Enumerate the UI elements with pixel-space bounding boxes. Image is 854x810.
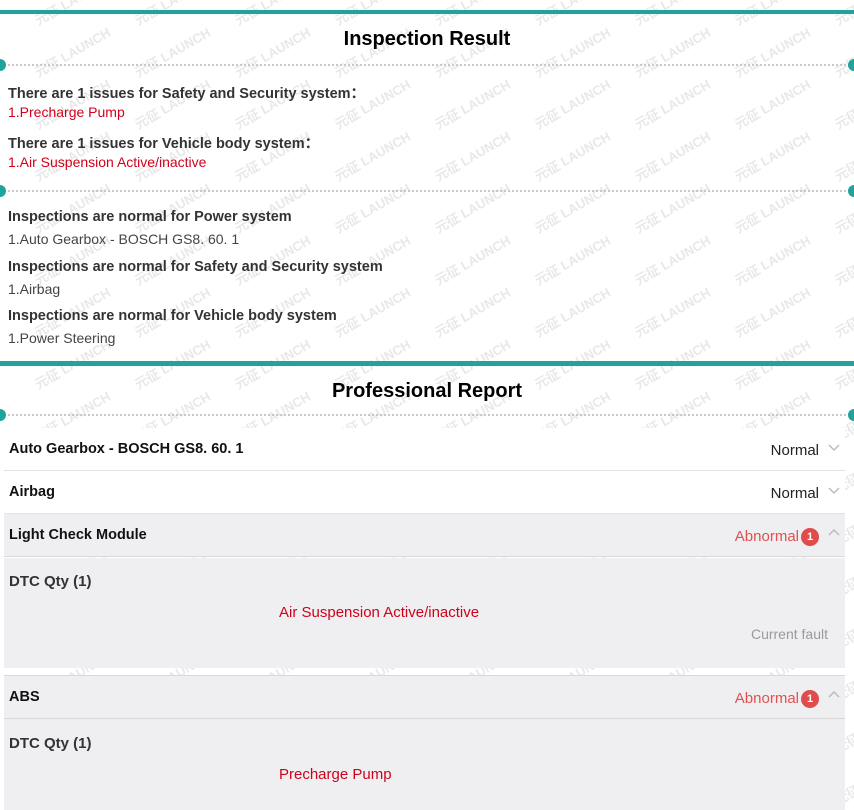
module-row-abs[interactable]: ABS Abnormal 1 xyxy=(4,675,845,719)
issue-item: 1.Precharge Pump xyxy=(8,104,125,120)
chevron-up-icon[interactable] xyxy=(827,526,841,540)
divider-dot-right xyxy=(848,59,854,71)
issue-item: 1.Air Suspension Active/inactive xyxy=(8,154,207,170)
dtc-qty-label: DTC Qty (1) xyxy=(9,735,92,752)
divider-dot-left xyxy=(0,185,6,197)
watermark-text: 元征 LAUNCH xyxy=(532,0,614,28)
divider xyxy=(0,64,854,68)
module-status: Normal xyxy=(770,442,819,459)
normal-item: 1.Airbag xyxy=(8,281,61,297)
watermark-text: 元征 LAUNCH xyxy=(432,76,514,132)
watermark-text: 元征 LAUNCH xyxy=(832,0,854,28)
watermark-text: 元征 LAUNCH xyxy=(832,129,854,184)
watermark-text: 元征 LAUNCH xyxy=(332,0,414,28)
fault-description: Precharge Pump xyxy=(279,766,392,783)
watermark-text: 元征 LAUNCH xyxy=(32,180,114,236)
watermark-text: 元征 LAUNCH xyxy=(532,284,614,340)
watermark-text: 元征 LAUNCH xyxy=(632,0,714,28)
watermark-text: 元征 LAUNCH xyxy=(432,0,514,28)
chevron-down-icon[interactable] xyxy=(827,483,841,497)
watermark-text: 元征 LAUNCH xyxy=(732,232,814,288)
divider-dot-left xyxy=(0,409,6,421)
module-name: Airbag xyxy=(9,484,55,500)
issue-heading: There are 1 issues for Vehicle body syst… xyxy=(8,136,320,152)
module-row-auto-gearbox[interactable]: Auto Gearbox - BOSCH GS8. 60. 1 Normal xyxy=(4,428,845,471)
module-detail-light-check: DTC Qty (1) Air Suspension Active/inacti… xyxy=(4,558,845,668)
watermark-text: 元征 LAUNCH xyxy=(332,128,414,184)
watermark-text: 元征 LAUNCH xyxy=(732,128,814,184)
watermark-text: 元征 LAUNCH xyxy=(432,128,514,184)
fault-count-badge: 1 xyxy=(801,690,819,708)
section-top-bar xyxy=(0,10,854,14)
fault-count-badge: 1 xyxy=(801,528,819,546)
module-status: Abnormal xyxy=(734,528,799,545)
watermark-text: 元征 LAUNCH xyxy=(532,180,614,236)
watermark-text: 元征 LAUNCH xyxy=(132,180,214,236)
watermark-text: 元征 LAUNCH xyxy=(432,232,514,288)
watermark-text: 元征 LAUNCH xyxy=(732,0,814,28)
module-row-airbag[interactable]: Airbag Normal xyxy=(4,471,845,514)
module-name: Light Check Module xyxy=(9,527,147,543)
module-status: Normal xyxy=(770,485,819,502)
watermark-text: 元征 LAUNCH xyxy=(832,285,854,340)
chevron-up-icon[interactable] xyxy=(827,688,841,702)
normal-heading: Inspections are normal for Safety and Se… xyxy=(8,259,383,275)
watermark-text: 元征 LAUNCH xyxy=(532,76,614,132)
watermark-text: 元征 LAUNCH xyxy=(32,0,114,28)
chevron-down-icon[interactable] xyxy=(827,440,841,454)
divider-dot-left xyxy=(0,59,6,71)
normal-heading: Inspections are normal for Power system xyxy=(8,209,292,225)
module-row-light-check[interactable]: Light Check Module Abnormal 1 xyxy=(4,514,845,557)
watermark-text: 元征 LAUNCH xyxy=(232,0,314,28)
watermark-text: 元征 LAUNCH xyxy=(432,284,514,340)
module-status: Abnormal xyxy=(734,690,799,707)
watermark-text: 元征 LAUNCH xyxy=(832,77,854,132)
divider-dot-right xyxy=(848,185,854,197)
fault-state: Current fault xyxy=(750,626,828,642)
watermark-text: 元征 LAUNCH xyxy=(732,284,814,340)
watermark-text: 元征 LAUNCH xyxy=(632,76,714,132)
normal-item: 1.Auto Gearbox - BOSCH GS8. 60. 1 xyxy=(8,231,240,247)
divider xyxy=(0,190,854,194)
divider xyxy=(0,414,854,418)
module-name: ABS xyxy=(9,689,40,705)
watermark-text: 元征 LAUNCH xyxy=(632,284,714,340)
professional-report-title: Professional Report xyxy=(331,380,523,402)
watermark-text: 元征 LAUNCH xyxy=(332,180,414,236)
watermark-text: 元征 LAUNCH xyxy=(632,232,714,288)
fault-description: Air Suspension Active/inactive xyxy=(279,604,480,621)
normal-item: 1.Power Steering xyxy=(8,330,116,346)
watermark-text: 元征 LAUNCH xyxy=(532,232,614,288)
watermark-text: 元征 LAUNCH xyxy=(632,180,714,236)
module-name: Auto Gearbox - BOSCH GS8. 60. 1 xyxy=(9,441,244,457)
divider-dot-right xyxy=(848,409,854,421)
watermark-text: 元征 LAUNCH xyxy=(832,233,854,288)
section-divider-bar xyxy=(0,361,854,366)
watermark-text: 元征 LAUNCH xyxy=(432,180,514,236)
module-detail-abs: DTC Qty (1) Precharge Pump xyxy=(4,719,845,810)
issue-heading: There are 1 issues for Safety and Securi… xyxy=(8,86,366,102)
watermark-text: 元征 LAUNCH xyxy=(332,284,414,340)
dtc-qty-label: DTC Qty (1) xyxy=(9,573,92,590)
watermark-text: 元征 LAUNCH xyxy=(632,128,714,184)
normal-heading: Inspections are normal for Vehicle body … xyxy=(8,308,337,324)
watermark-text: 元征 LAUNCH xyxy=(232,180,314,236)
watermark-text: 元征 LAUNCH xyxy=(732,180,814,236)
inspection-result-title: Inspection Result xyxy=(343,28,511,50)
watermark-text: 元征 LAUNCH xyxy=(732,76,814,132)
watermark-text: 元征 LAUNCH xyxy=(532,128,614,184)
watermark-text: 元征 LAUNCH xyxy=(132,0,214,28)
